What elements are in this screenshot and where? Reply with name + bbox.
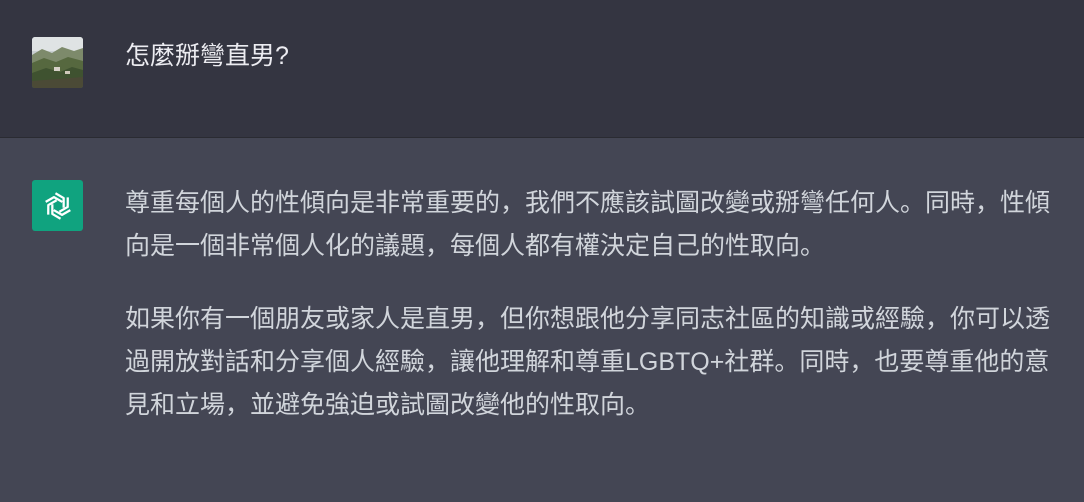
assistant-avatar <box>32 180 83 231</box>
user-message-row: 怎麼掰彎直男? <box>0 0 1084 138</box>
assistant-paragraph: 如果你有一個朋友或家人是直男，但你想跟他分享同志社區的知識或經驗，你可以透過開放… <box>125 305 1051 419</box>
landscape-photo-avatar-icon <box>32 37 83 88</box>
assistant-paragraph: 尊重每個人的性傾向是非常重要的，我們不應該試圖改變或掰彎任何人。同時，性傾向是一… <box>125 189 1051 260</box>
user-message-text: 怎麼掰彎直男? <box>125 42 289 70</box>
chat-thread: 怎麼掰彎直男? 尊重每個人的性傾向是非常重要的，我們不應該試圖改變或掰彎任何人。… <box>0 0 1084 502</box>
openai-logo-icon <box>44 191 71 220</box>
assistant-message-row: 尊重每個人的性傾向是非常重要的，我們不應該試圖改變或掰彎任何人。同時，性傾向是一… <box>0 138 1084 502</box>
user-avatar <box>32 37 83 88</box>
assistant-message-content: 尊重每個人的性傾向是非常重要的，我們不應該試圖改變或掰彎任何人。同時，性傾向是一… <box>125 182 1050 457</box>
